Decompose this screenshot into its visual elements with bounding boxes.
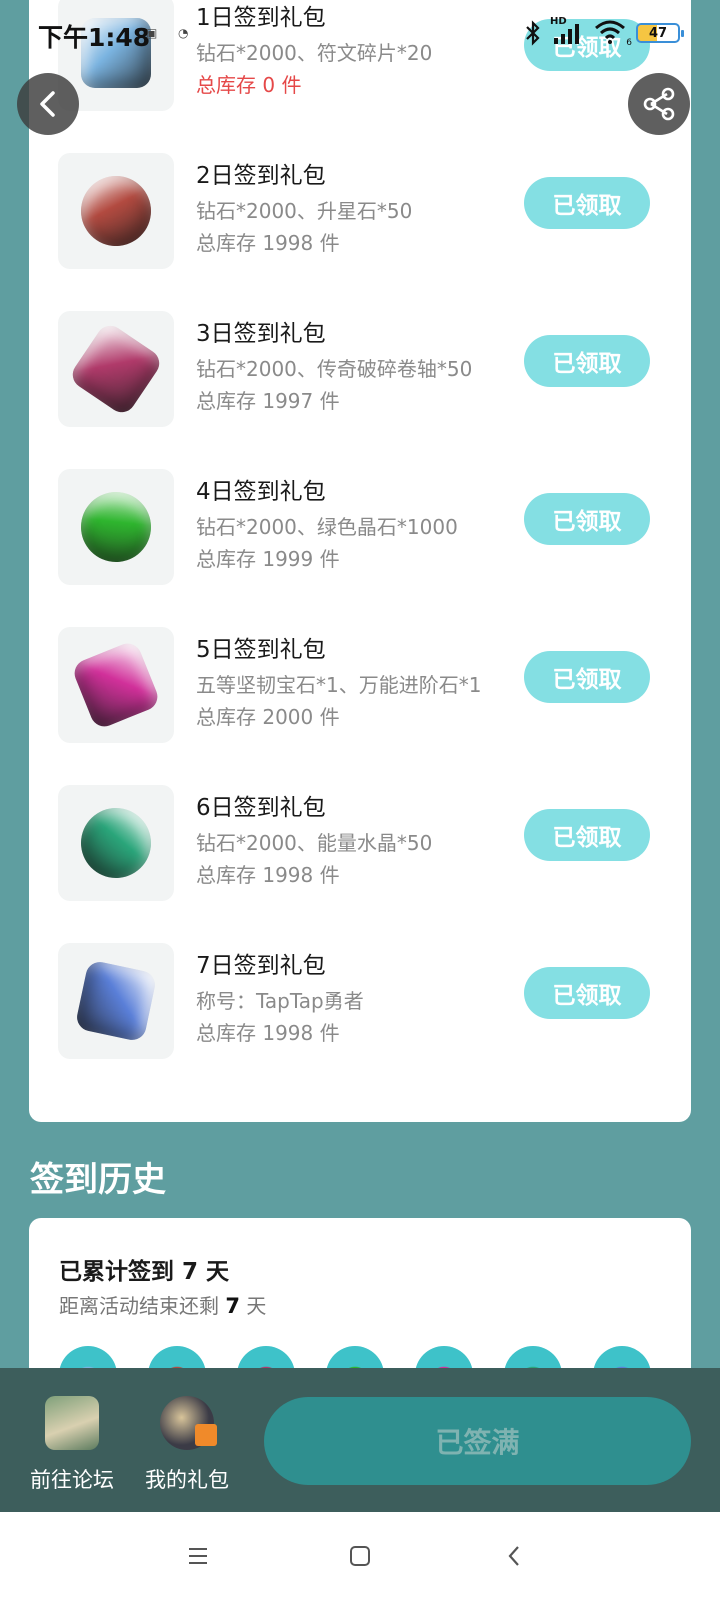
gift-description: 钻石*2000、绿色晶石*1000 — [196, 515, 458, 539]
gift-stock: 总库存 0 件 — [196, 73, 302, 97]
count-prefix: 已累计签到 — [59, 1259, 174, 1285]
wifi-icon: 6 — [594, 20, 632, 48]
gift-thumbnail — [58, 785, 174, 901]
gift-thumbnail — [58, 627, 174, 743]
gift-item: 2日签到礼包钻石*2000、升星石*50 总库存 1998 件 已领取 — [29, 138, 691, 296]
back-arrow-icon — [508, 1546, 519, 1566]
sign-in-count: 已累计签到 7 天 — [59, 1252, 229, 1286]
forum-link[interactable]: 前往论坛 — [22, 1368, 122, 1512]
gift-stock: 总库存 1998 件 — [196, 1021, 340, 1045]
claimed-button[interactable]: 已领取 — [524, 335, 650, 387]
message-icon: ◔ — [178, 26, 189, 40]
remaining-suffix: 天 — [246, 1294, 267, 1318]
battery-icon: 47 — [636, 23, 684, 43]
back-button[interactable] — [17, 73, 79, 135]
battery-level: 47 — [648, 25, 668, 41]
status-bar: 下午1:48 ▣ ◔ HD 6 47 — [0, 0, 720, 70]
signal-icon: HD — [550, 16, 586, 46]
gift-title: 2日签到礼包 — [196, 163, 326, 189]
menu-icon — [189, 1548, 207, 1564]
gift-thumbnail — [58, 469, 174, 585]
status-indicators: HD 6 47 — [524, 16, 684, 48]
gift-description: 称号：TapTap勇者 — [196, 989, 364, 1013]
home-nav-button[interactable] — [336, 1532, 384, 1580]
gift-thumbnail — [58, 311, 174, 427]
gift-item: 7日签到礼包称号：TapTap勇者 总库存 1998 件 已领取 — [29, 928, 691, 1086]
history-heading: 签到历史 — [30, 1160, 166, 1200]
gift-thumbnail — [58, 153, 174, 269]
claimed-button[interactable]: 已领取 — [524, 967, 650, 1019]
share-icon — [643, 87, 675, 121]
claimed-button[interactable]: 已领取 — [524, 493, 650, 545]
claimed-button[interactable]: 已领取 — [524, 651, 650, 703]
gift-description: 钻石*2000、能量水晶*50 — [196, 831, 433, 855]
gift-title: 7日签到礼包 — [196, 953, 326, 979]
claimed-button[interactable]: 已领取 — [524, 809, 650, 861]
forum-label: 前往论坛 — [30, 1468, 114, 1492]
menu-nav-button[interactable] — [174, 1532, 222, 1580]
scroll-icon — [67, 320, 165, 418]
gift-list-card: 1日签到礼包 钻石*2000、符文碎片*20 总库存 0 件已领取 2日签到礼包 钻石*… — [29, 0, 691, 1122]
home-square-icon — [350, 1546, 370, 1566]
title-badge-icon — [74, 959, 158, 1043]
remaining-prefix: 距离活动结束还剩 — [59, 1294, 219, 1318]
gift-description: 钻石*2000、升星石*50 — [196, 199, 413, 223]
gift-title: 5日签到礼包 — [196, 637, 326, 663]
gift-title: 4日签到礼包 — [196, 479, 326, 505]
red-star-stone-icon — [72, 167, 160, 255]
network-type: HD — [550, 16, 567, 27]
gift-description: 钻石*2000、传奇破碎卷轴*50 — [196, 357, 473, 381]
my-gifts-label: 我的礼包 — [145, 1468, 229, 1492]
gift-stock: 总库存 1997 件 — [196, 389, 340, 413]
gift-thumbnail — [58, 943, 174, 1059]
gift-title: 3日签到礼包 — [196, 321, 326, 347]
wifi-generation: 6 — [626, 38, 632, 48]
count-value: 7 — [182, 1259, 199, 1285]
remaining-value: 7 — [225, 1294, 240, 1318]
bluetooth-icon — [526, 20, 540, 46]
gift-stock: 总库存 1998 件 — [196, 863, 340, 887]
status-time: 下午1:48 — [38, 23, 151, 52]
my-gifts-link[interactable]: 我的礼包 — [137, 1368, 237, 1512]
bottom-action-bar: 前往论坛 我的礼包 已签满 — [0, 1368, 720, 1512]
system-nav-bar — [0, 1512, 720, 1600]
gift-box-icon — [195, 1424, 217, 1446]
count-suffix: 天 — [206, 1259, 230, 1285]
green-crystal-icon — [66, 477, 166, 577]
gift-stock: 总库存 1999 件 — [196, 547, 340, 571]
signed-full-button[interactable]: 已签满 — [264, 1397, 691, 1485]
sim-icon: ▣ — [146, 26, 158, 40]
remaining-days: 距离活动结束还剩 7 天 — [59, 1290, 266, 1319]
gift-stock: 总库存 2000 件 — [196, 705, 340, 729]
potion-bottle-icon — [78, 805, 154, 881]
gift-item: 6日签到礼包钻石*2000、能量水晶*50 总库存 1998 件 已领取 — [29, 770, 691, 928]
chevron-left-icon — [40, 91, 55, 117]
claimed-button[interactable]: 已领取 — [524, 177, 650, 229]
share-button[interactable] — [628, 73, 690, 135]
gift-item: 5日签到礼包五等坚韧宝石*1、万能进阶石*1 总库存 2000 件 已领取 — [29, 612, 691, 770]
back-nav-button[interactable] — [490, 1532, 538, 1580]
gift-title: 6日签到礼包 — [196, 795, 326, 821]
gift-item: 4日签到礼包钻石*2000、绿色晶石*1000 总库存 1999 件 已领取 — [29, 454, 691, 612]
gift-item: 3日签到礼包钻石*2000、传奇破碎卷轴*50 总库存 1997 件 已领取 — [29, 296, 691, 454]
forum-thumbnail-icon — [45, 1396, 99, 1450]
gift-stock: 总库存 1998 件 — [196, 231, 340, 255]
gift-description: 五等坚韧宝石*1、万能进阶石*1 — [196, 673, 482, 697]
pink-gem-icon — [70, 639, 162, 731]
